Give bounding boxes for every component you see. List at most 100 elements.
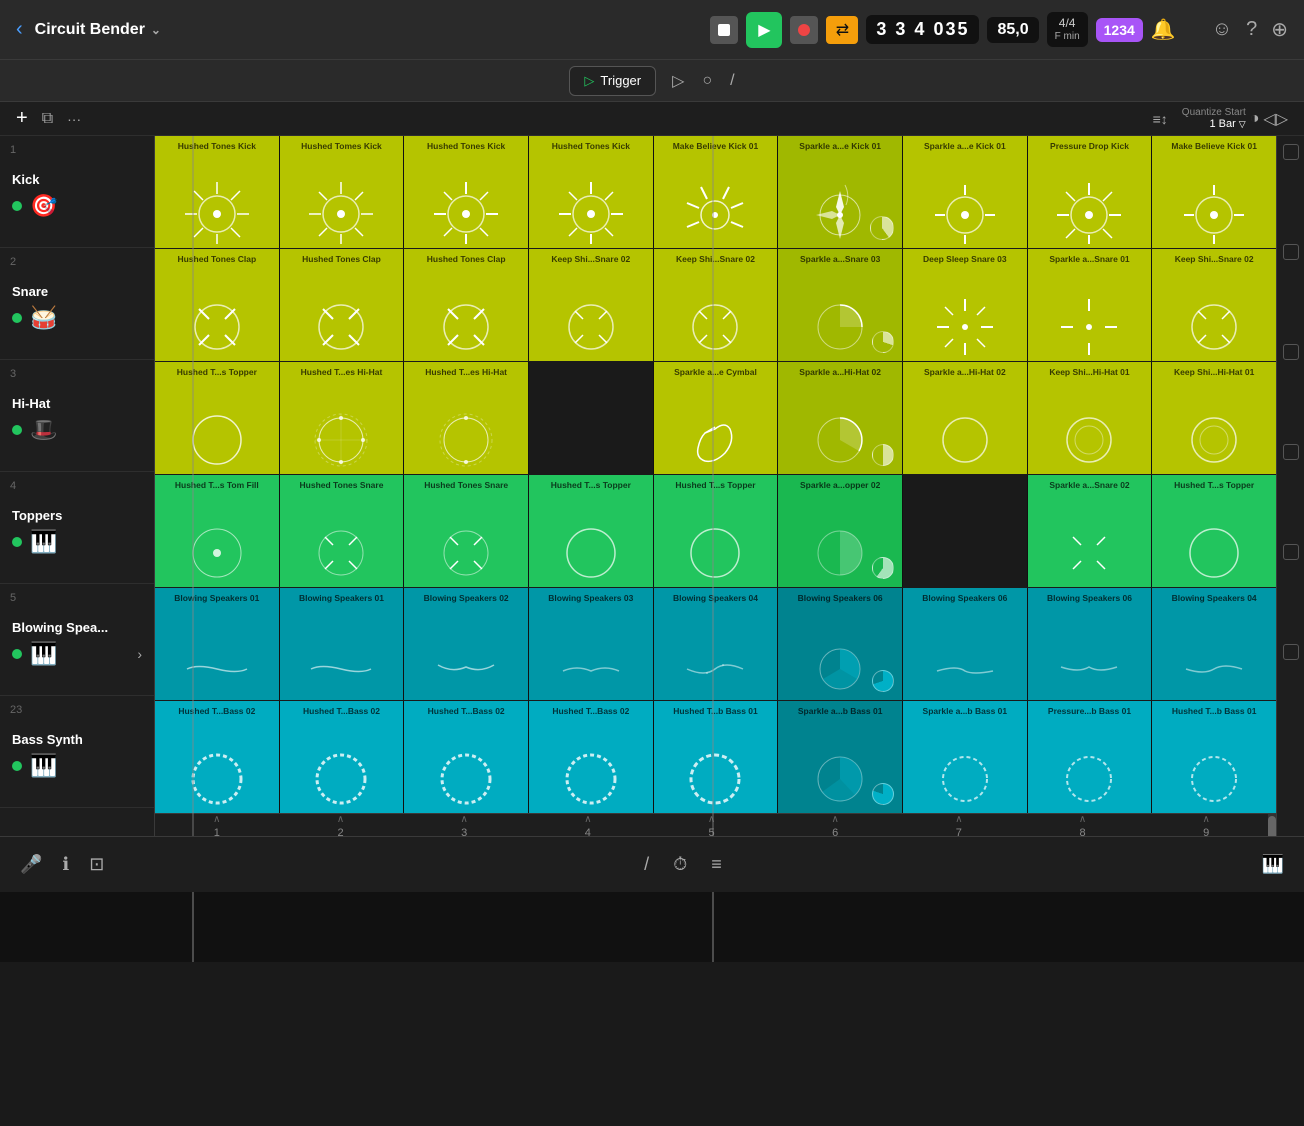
clip-bass-9[interactable]: Hushed T...b Bass 01 xyxy=(1152,701,1276,813)
clip-snare-3[interactable]: Hushed Tones Clap xyxy=(404,249,528,361)
clip-hihat-1[interactable]: Hushed T...s Topper xyxy=(155,362,279,474)
col-marker-1[interactable]: ∧1 xyxy=(155,814,279,836)
blowing-expand-button[interactable]: › xyxy=(137,646,142,662)
col-marker-2[interactable]: ∧2 xyxy=(279,814,403,836)
track-active-dot-hihat[interactable] xyxy=(12,425,22,435)
clip-kick-4[interactable]: Hushed Tones Kick xyxy=(529,136,653,248)
time-signature[interactable]: 4/4 F min xyxy=(1047,12,1088,46)
hihat-instrument-icon[interactable]: 🎩 xyxy=(30,417,57,443)
track-checkbox-3[interactable] xyxy=(1283,344,1299,360)
tempo-display[interactable]: 85,0 xyxy=(987,17,1038,43)
trigger-button[interactable]: ▷ Trigger xyxy=(569,66,656,96)
clip-bass-4[interactable]: Hushed T...Bass 02 xyxy=(529,701,653,813)
metronome-button[interactable]: 🔔 xyxy=(1151,17,1176,42)
clip-toppers-4[interactable]: Hushed T...s Topper xyxy=(529,475,653,587)
snare-instrument-icon[interactable]: 🥁 xyxy=(30,305,57,331)
track-item-bass-synth[interactable]: 23 Bass Synth 🎹 xyxy=(0,696,154,808)
record-audio-icon[interactable]: 🎤 xyxy=(20,854,42,875)
vertical-scrollbar[interactable] xyxy=(1268,814,1276,836)
account-icon[interactable]: ☺ xyxy=(1212,18,1232,41)
help-icon[interactable]: ? xyxy=(1246,18,1257,41)
clip-blowing-1[interactable]: Blowing Speakers 01 xyxy=(155,588,279,700)
clip-kick-7[interactable]: Sparkle a...e Kick 01 xyxy=(903,136,1027,248)
track-checkbox-2[interactable] xyxy=(1283,244,1299,260)
track-checkbox-6[interactable] xyxy=(1283,644,1299,660)
track-active-dot-kick[interactable] xyxy=(12,201,22,211)
track-item-blowing[interactable]: 5 Blowing Spea... 🎹 › xyxy=(0,584,154,696)
clip-bass-7[interactable]: Sparkle a...b Bass 01 xyxy=(903,701,1027,813)
col-marker-4[interactable]: ∧4 xyxy=(526,814,650,836)
clip-toppers-3[interactable]: Hushed Tones Snare xyxy=(404,475,528,587)
clock-icon[interactable]: ⏱ xyxy=(673,854,687,875)
clip-kick-1[interactable]: Hushed Tones Kick xyxy=(155,136,279,248)
clip-hihat-3[interactable]: Hushed T...es Hi-Hat xyxy=(404,362,528,474)
clip-snare-1[interactable]: Hushed Tones Clap xyxy=(155,249,279,361)
clip-hihat-9[interactable]: Keep Shi...Hi-Hat 01 xyxy=(1152,362,1276,474)
clip-snare-5[interactable]: Keep Shi...Snare 02 xyxy=(654,249,778,361)
clip-kick-8[interactable]: Pressure Drop Kick xyxy=(1028,136,1152,248)
clip-toppers-9[interactable]: Hushed T...s Topper xyxy=(1152,475,1276,587)
clip-kick-9[interactable]: Make Believe Kick 01 xyxy=(1152,136,1276,248)
loop-icon[interactable]: ○ xyxy=(702,72,712,90)
add-track-button[interactable]: + xyxy=(16,107,28,130)
clip-snare-4[interactable]: Keep Shi...Snare 02 xyxy=(529,249,653,361)
col-marker-9[interactable]: ∧9 xyxy=(1144,814,1268,836)
clip-blowing-4[interactable]: Blowing Speakers 03 xyxy=(529,588,653,700)
clip-snare-8[interactable]: Sparkle a...Snare 01 xyxy=(1028,249,1152,361)
panel-icon[interactable]: ⊡ xyxy=(89,854,104,875)
track-active-dot-toppers[interactable] xyxy=(12,537,22,547)
track-item-toppers[interactable]: 4 Toppers 🎹 xyxy=(0,472,154,584)
bass-instrument-icon[interactable]: 🎹 xyxy=(30,753,57,779)
clip-blowing-7[interactable]: Blowing Speakers 06 xyxy=(903,588,1027,700)
clip-hihat-6[interactable]: Sparkle a...Hi-Hat 02 xyxy=(778,362,902,474)
clip-toppers-2[interactable]: Hushed Tones Snare xyxy=(280,475,404,587)
track-checkbox-4[interactable] xyxy=(1283,444,1299,460)
clip-bass-5[interactable]: Hushed T...b Bass 01 xyxy=(654,701,778,813)
clip-kick-5[interactable]: Make Believe Kick 01 xyxy=(654,136,778,248)
clip-blowing-9[interactable]: Blowing Speakers 04 xyxy=(1152,588,1276,700)
info-icon[interactable]: ℹ xyxy=(62,854,69,875)
track-checkbox-5[interactable] xyxy=(1283,544,1299,560)
more-options-button[interactable]: ··· xyxy=(67,111,81,127)
clip-toppers-5[interactable]: Hushed T...s Topper xyxy=(654,475,778,587)
chord-badge[interactable]: 1234 xyxy=(1096,18,1143,42)
stop-button[interactable] xyxy=(710,16,738,44)
quantize-value[interactable]: 1 Bar ▽ xyxy=(1182,118,1246,130)
col-marker-3[interactable]: ∧3 xyxy=(402,814,526,836)
col-marker-7[interactable]: ∧7 xyxy=(897,814,1021,836)
clip-snare-7[interactable]: Deep Sleep Snare 03 xyxy=(903,249,1027,361)
mixer-icon[interactable]: ≡ xyxy=(711,854,722,875)
track-active-dot-blowing[interactable] xyxy=(12,649,22,659)
track-item-hihat[interactable]: 3 Hi-Hat 🎩 xyxy=(0,360,154,472)
play-button[interactable]: ▶ xyxy=(746,12,782,48)
clip-kick-6[interactable]: Sparkle a...e Kick 01 xyxy=(778,136,902,248)
back-button[interactable]: ‹ xyxy=(16,18,23,41)
blowing-instrument-icon[interactable]: 🎹 xyxy=(30,641,57,667)
clip-snare-9[interactable]: Keep Shi...Snare 02 xyxy=(1152,249,1276,361)
clip-toppers-1[interactable]: Hushed T...s Tom Fill xyxy=(155,475,279,587)
clip-snare-2[interactable]: Hushed Tones Clap xyxy=(280,249,404,361)
pencil-tool-icon[interactable]: / xyxy=(644,854,649,875)
track-checkbox-1[interactable] xyxy=(1283,144,1299,160)
clip-blowing-5[interactable]: Blowing Speakers 04 xyxy=(654,588,778,700)
clip-bass-8[interactable]: Pressure...b Bass 01 xyxy=(1028,701,1152,813)
follow-icon[interactable]: ▷ xyxy=(672,71,684,91)
col-marker-8[interactable]: ∧8 xyxy=(1021,814,1145,836)
clip-hihat-7[interactable]: Sparkle a...Hi-Hat 02 xyxy=(903,362,1027,474)
arrangement-button[interactable]: ≡↕ xyxy=(1153,111,1168,127)
clip-snare-6[interactable]: Sparkle a...Snare 03 xyxy=(778,249,902,361)
pan-icon[interactable]: ◁▷ xyxy=(1263,109,1288,129)
clip-blowing-8[interactable]: Blowing Speakers 06 xyxy=(1028,588,1152,700)
track-active-dot-snare[interactable] xyxy=(12,313,22,323)
clip-blowing-2[interactable]: Blowing Speakers 01 xyxy=(280,588,404,700)
clip-bass-3[interactable]: Hushed T...Bass 02 xyxy=(404,701,528,813)
track-item-snare[interactable]: 2 Snare 🥁 xyxy=(0,248,154,360)
clip-hihat-5[interactable]: Sparkle a...e Cymbal xyxy=(654,362,778,474)
clip-blowing-3[interactable]: Blowing Speakers 02 xyxy=(404,588,528,700)
clip-kick-3[interactable]: Hushed Tones Kick xyxy=(404,136,528,248)
duplicate-button[interactable]: ⧉ xyxy=(42,110,53,128)
clip-bass-2[interactable]: Hushed T...Bass 02 xyxy=(280,701,404,813)
scrollbar-thumb[interactable] xyxy=(1268,816,1276,836)
clip-kick-2[interactable]: Hushed Tomes Kick xyxy=(280,136,404,248)
clip-toppers-7-empty[interactable] xyxy=(903,475,1027,587)
